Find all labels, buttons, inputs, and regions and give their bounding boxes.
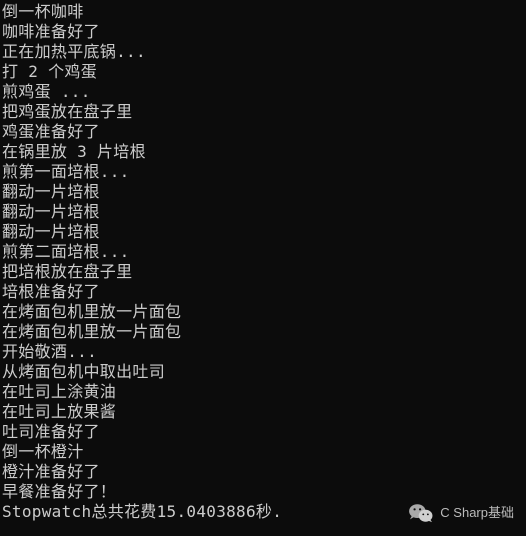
- console-line: 煎第一面培根...: [2, 162, 526, 182]
- console-line: 在锅里放 3 片培根: [2, 142, 526, 162]
- console-line: 培根准备好了: [2, 282, 526, 302]
- console-output: 倒一杯咖啡咖啡准备好了正在加热平底锅...打 2 个鸡蛋煎鸡蛋 ...把鸡蛋放在…: [0, 0, 526, 522]
- console-line: 在烤面包机里放一片面包: [2, 322, 526, 342]
- console-line: 把鸡蛋放在盘子里: [2, 102, 526, 122]
- console-line: 在吐司上放果酱: [2, 402, 526, 422]
- console-line: 早餐准备好了！: [2, 482, 526, 502]
- console-line: 把培根放在盘子里: [2, 262, 526, 282]
- console-line: 正在加热平底锅...: [2, 42, 526, 62]
- watermark: C Sharp基础: [408, 502, 514, 524]
- console-line: 在吐司上涂黄油: [2, 382, 526, 402]
- console-line: 从烤面包机中取出吐司: [2, 362, 526, 382]
- console-line: 翻动一片培根: [2, 222, 526, 242]
- console-line: 开始敬酒...: [2, 342, 526, 362]
- console-line: 咖啡准备好了: [2, 22, 526, 42]
- watermark-label: C Sharp基础: [440, 503, 514, 523]
- console-line: 翻动一片培根: [2, 182, 526, 202]
- console-line: 打 2 个鸡蛋: [2, 62, 526, 82]
- console-line: 倒一杯橙汁: [2, 442, 526, 462]
- console-line: 煎鸡蛋 ...: [2, 82, 526, 102]
- console-line: 煎第二面培根...: [2, 242, 526, 262]
- console-line: 倒一杯咖啡: [2, 2, 526, 22]
- console-line: 在烤面包机里放一片面包: [2, 302, 526, 322]
- console-line: 橙汁准备好了: [2, 462, 526, 482]
- console-line: 翻动一片培根: [2, 202, 526, 222]
- console-line: 鸡蛋准备好了: [2, 122, 526, 142]
- console-line: 吐司准备好了: [2, 422, 526, 442]
- wechat-icon: [408, 502, 434, 524]
